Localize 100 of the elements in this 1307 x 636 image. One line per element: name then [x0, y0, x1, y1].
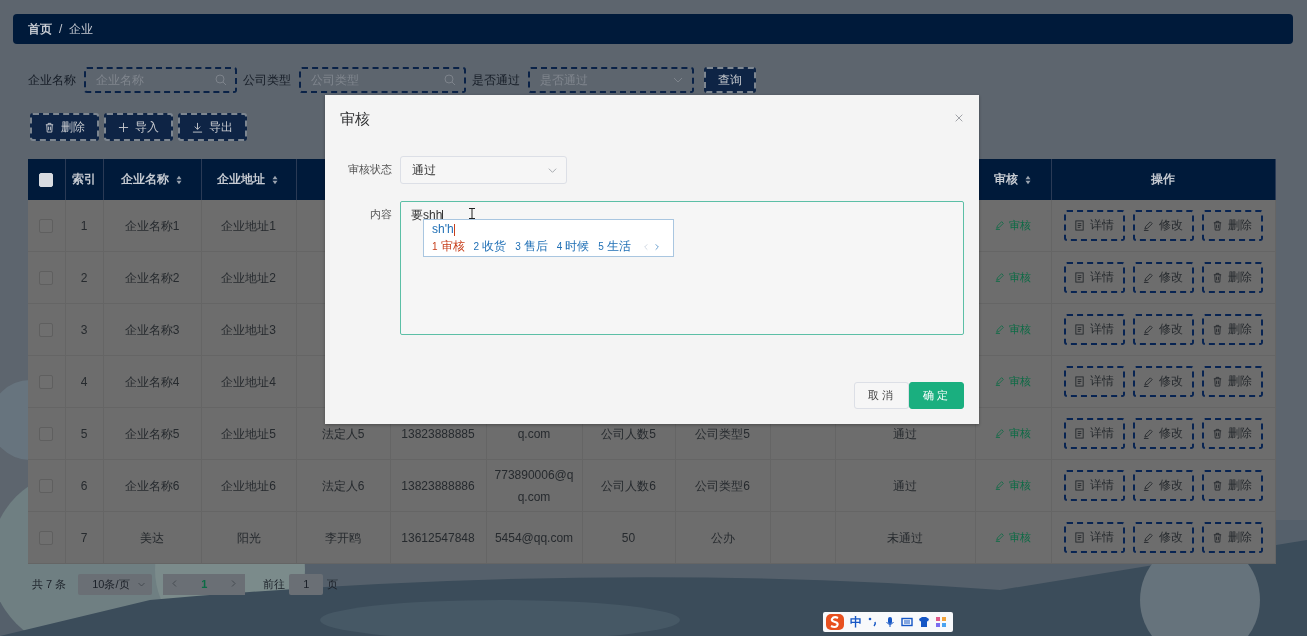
- import-button[interactable]: 导入: [104, 113, 173, 141]
- column-header: 企业名称: [120, 171, 169, 188]
- trash-icon: [1212, 480, 1223, 491]
- detail-button[interactable]: 详情: [1063, 366, 1125, 397]
- table-cell: 通过: [893, 478, 917, 493]
- delete-button[interactable]: 删除: [1201, 314, 1263, 345]
- trash-icon: [1212, 428, 1223, 439]
- breadcrumb-current: 企业: [69, 20, 94, 38]
- text-cursor-icon: [469, 208, 475, 219]
- table-cell: 13823888885: [401, 426, 475, 441]
- trash-icon: [1212, 220, 1223, 231]
- ime-candidate[interactable]: 3 售后: [515, 238, 548, 255]
- cancel-button[interactable]: 取消: [854, 382, 909, 409]
- table-cell: 4: [80, 374, 88, 389]
- table-cell: 企业地址4: [221, 374, 276, 389]
- edit-button[interactable]: 修改: [1132, 418, 1194, 449]
- table-cell: 公司人数6: [601, 478, 656, 493]
- shirt-icon[interactable]: [918, 616, 930, 628]
- close-icon: [954, 113, 964, 123]
- ime-candidate[interactable]: 2 收货: [473, 238, 507, 255]
- document-icon: [1074, 480, 1085, 491]
- delete-button[interactable]: 删除: [1201, 366, 1263, 397]
- pencil-icon: [1143, 376, 1154, 387]
- edit-button[interactable]: 修改: [1132, 366, 1194, 397]
- table-cell: 3: [80, 322, 88, 337]
- pencil-icon: [995, 220, 1005, 230]
- document-icon: [1074, 376, 1085, 387]
- ime-mode-button[interactable]: 中: [850, 613, 862, 631]
- detail-button[interactable]: 详情: [1063, 262, 1125, 293]
- column-header: 索引: [72, 171, 96, 188]
- document-icon: [1074, 324, 1085, 335]
- table-cell: 2: [80, 270, 88, 285]
- table-cell: 公司人数5: [601, 426, 656, 441]
- table-cell: 企业名称6: [124, 478, 180, 493]
- delete-button[interactable]: 删除: [1201, 262, 1263, 293]
- page-input[interactable]: 1: [289, 573, 324, 595]
- detail-button[interactable]: 详情: [1063, 470, 1125, 501]
- ime-logo-icon[interactable]: [825, 613, 845, 631]
- trash-icon: [44, 121, 55, 133]
- pencil-icon: [995, 480, 1005, 490]
- table-cell: 企业名称2: [124, 270, 180, 285]
- table-cell: 企业名称1: [124, 218, 180, 233]
- keyboard-icon[interactable]: [901, 616, 913, 628]
- edit-button[interactable]: 修改: [1132, 262, 1194, 293]
- table-cell: 5: [80, 426, 88, 441]
- ime-candidate[interactable]: 4 时候: [556, 238, 590, 255]
- delete-button[interactable]: 删除: [1201, 418, 1263, 449]
- table-cell: 企业地址1: [221, 218, 276, 233]
- detail-button[interactable]: 详情: [1063, 418, 1125, 449]
- table-cell: 7: [80, 530, 88, 545]
- pencil-icon: [1143, 324, 1154, 335]
- edit-button[interactable]: 修改: [1132, 210, 1194, 241]
- page-size-select[interactable]: 10条/页: [78, 573, 153, 595]
- edit-button[interactable]: 修改: [1132, 522, 1194, 553]
- status-select[interactable]: 通过: [400, 156, 567, 184]
- table-cell: 5454@qq.com: [494, 530, 574, 545]
- query-button[interactable]: 查询: [704, 67, 756, 93]
- ime-candidate[interactable]: 5 生活: [598, 238, 631, 255]
- detail-button[interactable]: 详情: [1063, 522, 1125, 553]
- table-cell: 6: [80, 478, 88, 493]
- table-cell: 公司类型5: [695, 426, 750, 441]
- export-button[interactable]: 导出: [178, 113, 247, 141]
- confirm-button[interactable]: 确定: [909, 382, 964, 409]
- delete-button[interactable]: 删除: [30, 113, 99, 141]
- breadcrumb-link[interactable]: 首页: [28, 20, 52, 38]
- ime-candidate[interactable]: 1 审核: [432, 238, 465, 255]
- goto-label: 前往: [263, 576, 286, 592]
- trash-icon: [1212, 532, 1223, 543]
- edit-button[interactable]: 修改: [1132, 470, 1194, 501]
- punctuation-icon[interactable]: [867, 616, 879, 628]
- table-cell: q.com: [517, 426, 551, 441]
- filter-label: 公司类型: [243, 71, 291, 89]
- breadcrumb-separator: /: [59, 22, 63, 36]
- search-icon: [215, 74, 227, 86]
- pencil-icon: [995, 272, 1005, 282]
- table-cell: 企业地址3: [221, 322, 276, 337]
- delete-button[interactable]: 删除: [1201, 210, 1263, 241]
- plus-icon: [118, 121, 129, 133]
- download-icon: [192, 121, 203, 133]
- table-cell: 1: [80, 218, 88, 233]
- table-cell: 法定人6: [321, 478, 365, 493]
- document-icon: [1074, 220, 1085, 231]
- edit-button[interactable]: 修改: [1132, 314, 1194, 345]
- table-cell: 企业地址5: [221, 426, 276, 441]
- column-header: 审核: [993, 171, 1018, 188]
- pencil-icon: [1143, 272, 1154, 283]
- detail-button[interactable]: 详情: [1063, 210, 1125, 241]
- grid-icon[interactable]: [935, 616, 947, 628]
- delete-button[interactable]: 删除: [1201, 470, 1263, 501]
- chevron-left-icon: [641, 242, 650, 251]
- detail-button[interactable]: 详情: [1063, 314, 1125, 345]
- pencil-icon: [1143, 532, 1154, 543]
- dialog-title: 审核: [340, 109, 370, 129]
- delete-button[interactable]: 删除: [1201, 522, 1263, 553]
- table-cell: 13823888886: [401, 478, 475, 493]
- microphone-icon[interactable]: [884, 616, 896, 628]
- search-icon: [444, 74, 456, 86]
- table-cell: 50: [621, 530, 636, 545]
- filter-label: 是否通过: [472, 71, 520, 89]
- column-header: 企业地址: [217, 171, 265, 188]
